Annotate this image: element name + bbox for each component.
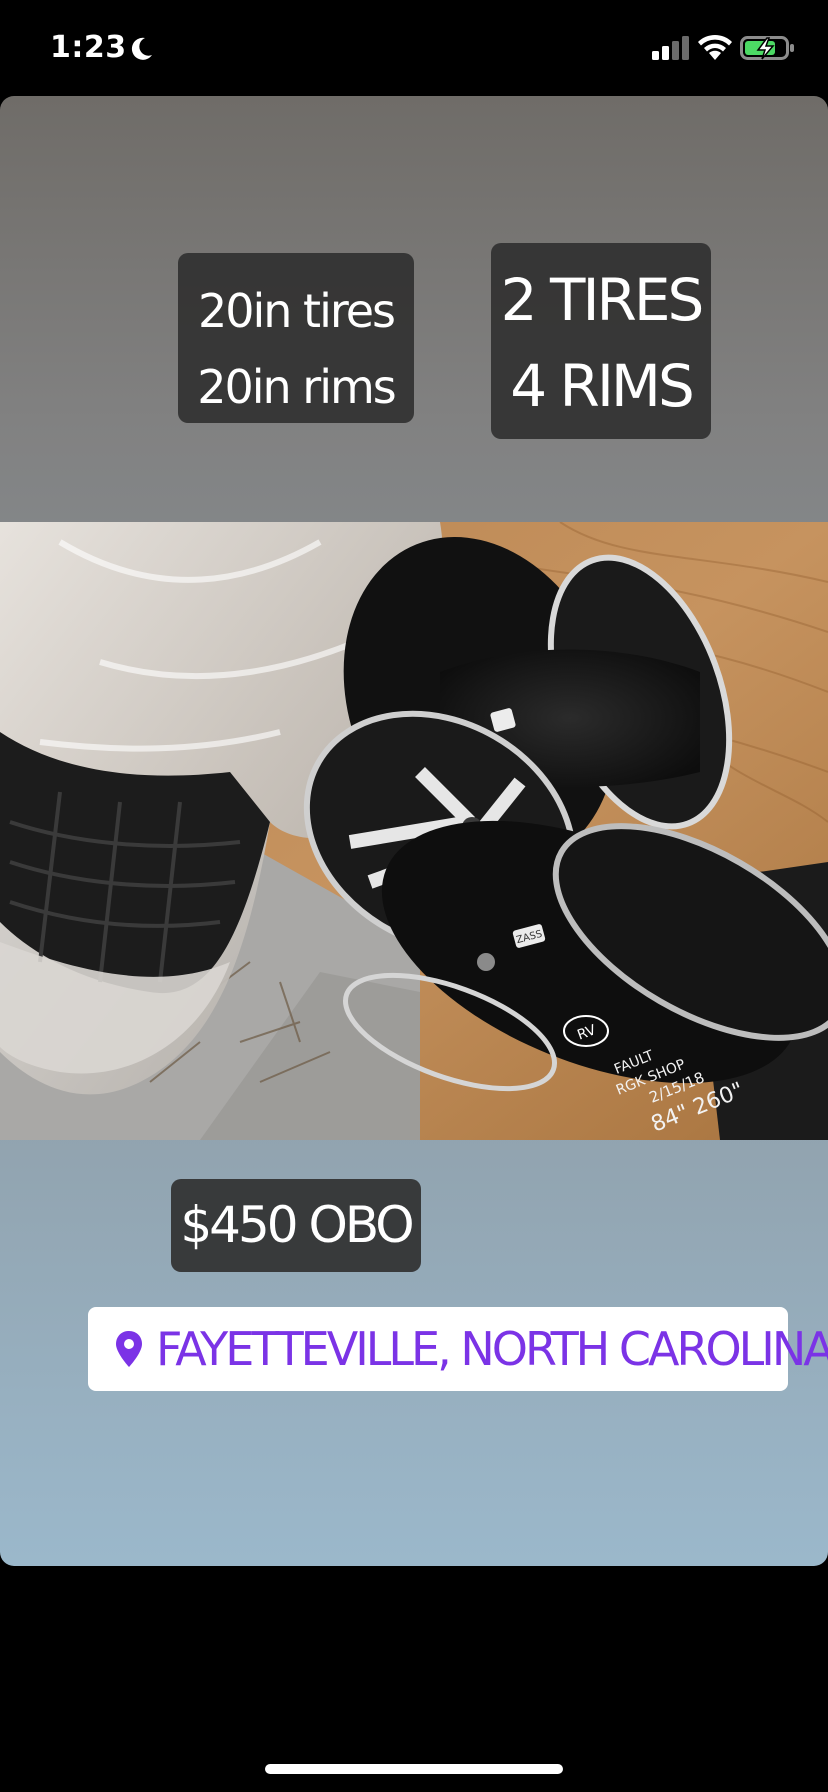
signal-icon [652,36,689,60]
map-pin-icon [116,1331,142,1367]
location-text: FAYETTEVILLE, NORTH CAROLINA [156,1322,828,1376]
size-text-sticker: 20in tires 20in rims [178,253,414,423]
size-line-rims: 20in rims [197,360,397,414]
count-text-sticker: 2 TIRES 4 RIMS [491,243,711,439]
size-line-tires: 20in tires [197,284,396,338]
status-bar: 1:23 [0,0,828,96]
wifi-icon [698,34,732,60]
price-text-sticker: $450 OBO [171,1179,421,1272]
tires-rims-photo: RV ZASS FAULT RGK SHOP 2/15/18 84" 260" [0,522,828,1140]
story-card: 20in tires 20in rims 2 TIRES 4 RIMS RV Z… [0,96,828,1566]
count-line-rims: 4 RIMS [510,352,695,420]
count-line-tires: 2 TIRES [500,266,705,334]
moon-icon [131,37,152,60]
status-time: 1:23 [50,30,127,65]
home-indicator[interactable] [265,1764,563,1774]
location-sticker[interactable]: FAYETTEVILLE, NORTH CAROLINA [88,1307,828,1391]
battery-charging-icon [740,36,794,60]
